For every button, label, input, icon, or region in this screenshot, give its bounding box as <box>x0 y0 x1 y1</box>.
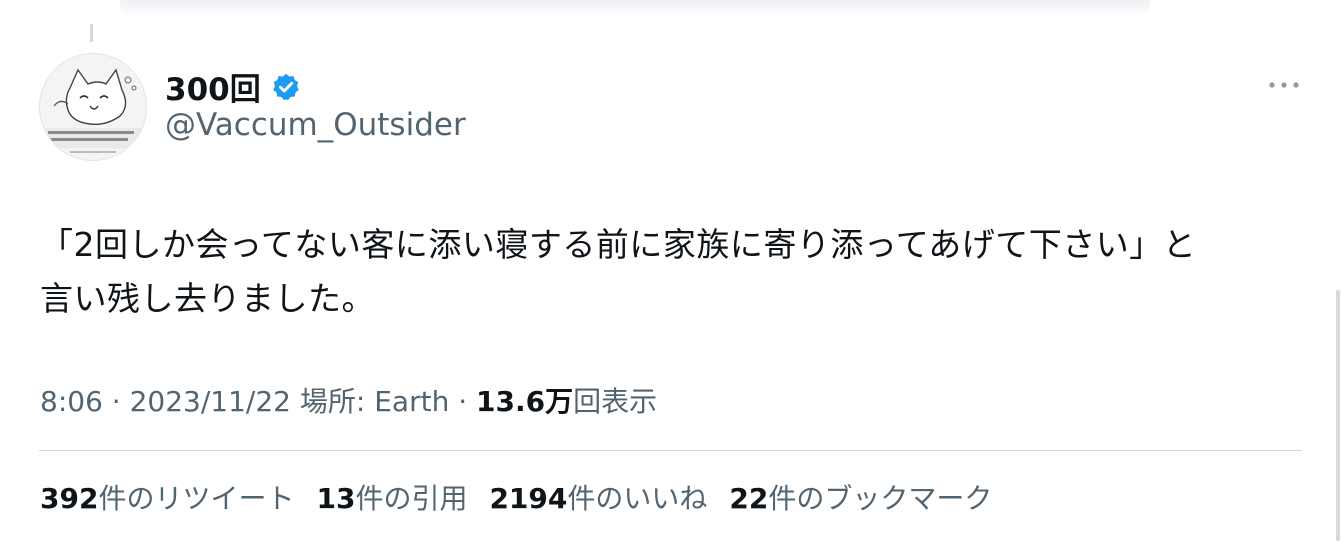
views-count: 13.6万 <box>476 385 574 418</box>
verified-badge-icon <box>272 73 299 100</box>
previous-tweet-edge <box>120 0 1150 18</box>
retweets-stat[interactable]: 392件のリツイート <box>40 477 294 517</box>
meta-separator: · <box>102 385 130 418</box>
author-handle[interactable]: @Vaccum_Outsider <box>165 107 466 143</box>
quotes-count: 13 <box>316 482 356 515</box>
tweet-location: 場所: Earth <box>299 385 450 418</box>
tweet-text-line-2: 言い残し去りました。 <box>40 279 375 318</box>
more-options-icon[interactable] <box>1266 76 1302 94</box>
bookmarks-label: 件のブックマーク <box>768 482 993 515</box>
tweet-time[interactable]: 8:06 <box>40 385 103 418</box>
likes-count: 2194 <box>489 482 568 515</box>
thread-connector-line <box>90 24 93 42</box>
likes-label: 件のいいね <box>567 482 708 515</box>
tweet-detail-page: 300回 @Vaccum_Outsider 「2回しか会ってない客に添い寝する前… <box>0 0 1342 541</box>
bookmarks-stat[interactable]: 22件のブックマーク <box>729 477 992 517</box>
tweet-text-line-1: 「2回しか会ってない客に添い寝する前に家族に寄り添ってあげて下さい」と <box>40 225 1197 264</box>
views-label: 回表示 <box>573 385 658 418</box>
retweets-count: 392 <box>40 482 99 515</box>
avatar[interactable] <box>39 53 147 161</box>
meta-separator: · <box>449 385 477 418</box>
divider <box>39 450 1302 451</box>
likes-stat[interactable]: 2194件のいいね <box>489 477 707 517</box>
tweet-text: 「2回しか会ってない客に添い寝する前に家族に寄り添ってあげて下さい」と 言い残し… <box>40 218 1310 326</box>
engagement-stats: 392件のリツイート 13件の引用 2194件のいいね 22件のブックマーク <box>40 477 992 517</box>
author-name-row[interactable]: 300回 <box>165 64 301 109</box>
tweet-date[interactable]: 2023/11/22 <box>130 385 291 418</box>
bookmarks-count: 22 <box>729 482 769 515</box>
tweet-meta: 8:06 · 2023/11/22 場所: Earth · 13.6万回表示 <box>40 380 657 420</box>
scrollbar[interactable] <box>1336 290 1340 541</box>
quotes-stat[interactable]: 13件の引用 <box>316 477 467 517</box>
quotes-label: 件の引用 <box>355 482 468 515</box>
author-display-name[interactable]: 300回 <box>165 64 261 109</box>
cat-illustration-avatar-icon <box>40 54 146 160</box>
retweets-label: 件のリツイート <box>98 482 295 515</box>
